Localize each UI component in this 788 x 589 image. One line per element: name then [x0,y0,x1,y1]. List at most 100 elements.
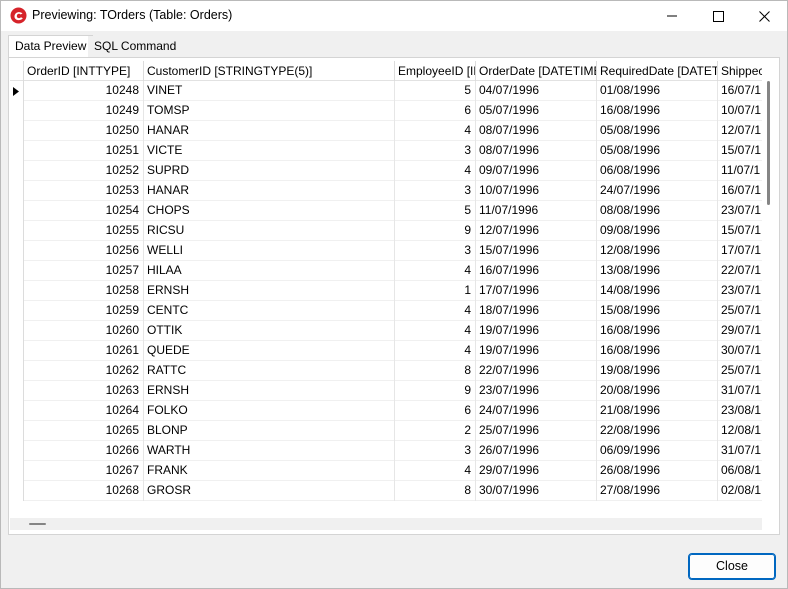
cell-requireddate[interactable]: 06/08/1996 [597,161,718,181]
cell-employeeid[interactable]: 4 [395,341,476,361]
table-row[interactable]: 10259 CENTC 4 18/07/1996 15/08/1996 25/07/1 [10,301,762,321]
cell-orderid[interactable]: 10264 [24,401,144,421]
cell-orderdate[interactable]: 11/07/1996 [476,201,597,221]
row-indicator[interactable] [10,281,24,301]
cell-shippeddate[interactable]: 17/07/1 [718,241,762,261]
cell-customerid[interactable]: HANAR [144,181,395,201]
row-indicator[interactable] [10,401,24,421]
cell-employeeid[interactable]: 9 [395,221,476,241]
cell-shippeddate[interactable]: 15/07/1 [718,221,762,241]
row-indicator[interactable] [10,101,24,121]
vertical-scroll-thumb[interactable] [767,81,770,205]
cell-shippeddate[interactable]: 12/07/1 [718,121,762,141]
cell-employeeid[interactable]: 3 [395,141,476,161]
horizontal-scroll-thumb[interactable] [29,523,46,525]
cell-shippeddate[interactable]: 25/07/1 [718,361,762,381]
cell-customerid[interactable]: WELLI [144,241,395,261]
cell-orderid[interactable]: 10268 [24,481,144,501]
cell-orderdate[interactable]: 09/07/1996 [476,161,597,181]
row-indicator[interactable] [10,341,24,361]
column-header-shippeddate[interactable]: Shippec [718,61,762,81]
row-indicator[interactable] [10,301,24,321]
column-header-requireddate[interactable]: RequiredDate [DATETI [597,61,718,81]
cell-employeeid[interactable]: 3 [395,441,476,461]
cell-shippeddate[interactable]: 12/08/1 [718,421,762,441]
cell-employeeid[interactable]: 6 [395,101,476,121]
table-row[interactable]: 10255 RICSU 9 12/07/1996 09/08/1996 15/07/1 [10,221,762,241]
cell-orderid[interactable]: 10265 [24,421,144,441]
cell-orderdate[interactable]: 23/07/1996 [476,381,597,401]
cell-requireddate[interactable]: 19/08/1996 [597,361,718,381]
cell-customerid[interactable]: HANAR [144,121,395,141]
cell-orderid[interactable]: 10256 [24,241,144,261]
cell-orderid[interactable]: 10267 [24,461,144,481]
column-header-employeeid[interactable]: EmployeeID [IN [395,61,476,81]
row-indicator[interactable] [10,121,24,141]
row-indicator[interactable] [10,321,24,341]
cell-customerid[interactable]: OTTIK [144,321,395,341]
cell-employeeid[interactable]: 4 [395,461,476,481]
cell-requireddate[interactable]: 15/08/1996 [597,301,718,321]
row-indicator[interactable] [10,381,24,401]
cell-customerid[interactable]: CENTC [144,301,395,321]
cell-requireddate[interactable]: 27/08/1996 [597,481,718,501]
cell-orderdate[interactable]: 18/07/1996 [476,301,597,321]
cell-employeeid[interactable]: 9 [395,381,476,401]
row-indicator[interactable] [10,201,24,221]
cell-requireddate[interactable]: 20/08/1996 [597,381,718,401]
tab-data-preview[interactable]: Data Preview [8,35,94,57]
cell-orderid[interactable]: 10262 [24,361,144,381]
cell-employeeid[interactable]: 4 [395,161,476,181]
cell-orderdate[interactable]: 12/07/1996 [476,221,597,241]
cell-customerid[interactable]: GROSR [144,481,395,501]
cell-employeeid[interactable]: 4 [395,121,476,141]
cell-shippeddate[interactable]: 16/07/1 [718,181,762,201]
table-row[interactable]: 10256 WELLI 3 15/07/1996 12/08/1996 17/07/1 [10,241,762,261]
close-button[interactable]: Close [688,553,776,580]
cell-shippeddate[interactable]: 15/07/1 [718,141,762,161]
cell-orderid[interactable]: 10261 [24,341,144,361]
cell-orderdate[interactable]: 17/07/1996 [476,281,597,301]
cell-customerid[interactable]: SUPRD [144,161,395,181]
horizontal-scrollbar[interactable] [10,518,762,530]
cell-orderdate[interactable]: 15/07/1996 [476,241,597,261]
cell-customerid[interactable]: VINET [144,81,395,101]
cell-orderid[interactable]: 10255 [24,221,144,241]
row-indicator[interactable] [10,221,24,241]
minimize-button[interactable] [649,1,695,31]
cell-requireddate[interactable]: 05/08/1996 [597,121,718,141]
cell-orderdate[interactable]: 19/07/1996 [476,341,597,361]
data-grid[interactable]: OrderID [INTTYPE] CustomerID [STRINGTYPE(… [10,61,762,502]
row-indicator[interactable] [10,441,24,461]
cell-shippeddate[interactable]: 29/07/1 [718,321,762,341]
table-row[interactable]: 10262 RATTC 8 22/07/1996 19/08/1996 25/07/1 [10,361,762,381]
table-row[interactable]: 10261 QUEDE 4 19/07/1996 16/08/1996 30/07/1 [10,341,762,361]
cell-shippeddate[interactable]: 25/07/1 [718,301,762,321]
cell-requireddate[interactable]: 16/08/1996 [597,341,718,361]
cell-shippeddate[interactable]: 31/07/1 [718,381,762,401]
cell-orderdate[interactable]: 30/07/1996 [476,481,597,501]
cell-orderdate[interactable]: 26/07/1996 [476,441,597,461]
cell-requireddate[interactable]: 22/08/1996 [597,421,718,441]
cell-orderid[interactable]: 10258 [24,281,144,301]
cell-employeeid[interactable]: 4 [395,321,476,341]
cell-employeeid[interactable]: 8 [395,361,476,381]
row-indicator[interactable] [10,141,24,161]
table-row[interactable]: 10263 ERNSH 9 23/07/1996 20/08/1996 31/07/1 [10,381,762,401]
cell-orderdate[interactable]: 10/07/1996 [476,181,597,201]
cell-orderdate[interactable]: 16/07/1996 [476,261,597,281]
cell-employeeid[interactable]: 8 [395,481,476,501]
cell-orderdate[interactable]: 25/07/1996 [476,421,597,441]
cell-orderdate[interactable]: 19/07/1996 [476,321,597,341]
table-row[interactable]: 10264 FOLKO 6 24/07/1996 21/08/1996 23/08/1 [10,401,762,421]
cell-customerid[interactable]: RATTC [144,361,395,381]
cell-shippeddate[interactable]: 30/07/1 [718,341,762,361]
cell-requireddate[interactable]: 21/08/1996 [597,401,718,421]
row-indicator[interactable] [10,181,24,201]
cell-customerid[interactable]: CHOPS [144,201,395,221]
tab-sql-command[interactable]: SQL Command [88,36,183,57]
row-indicator[interactable] [10,81,24,101]
cell-customerid[interactable]: RICSU [144,221,395,241]
cell-customerid[interactable]: ERNSH [144,281,395,301]
cell-employeeid[interactable]: 4 [395,261,476,281]
